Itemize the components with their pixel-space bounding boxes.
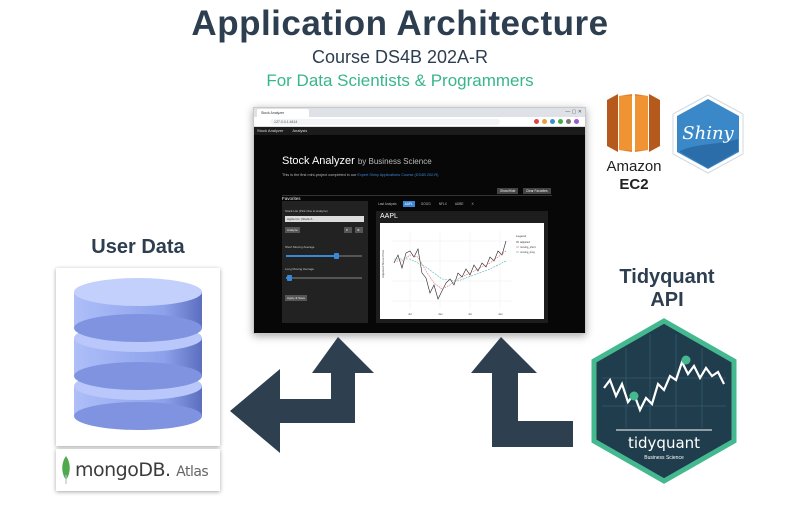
- short-ma-slider[interactable]: [286, 253, 362, 259]
- legend-moving-long: moving_long: [520, 250, 535, 254]
- database-card: [56, 268, 220, 446]
- panel-title: AAPL: [380, 213, 398, 220]
- series-moving-long: [394, 258, 507, 282]
- tab-nflx[interactable]: NFLX: [437, 201, 449, 207]
- ec2-label: EC2: [619, 176, 649, 193]
- page-title: Application Architecture: [191, 4, 609, 43]
- apply-save-button[interactable]: Apply & Save: [285, 295, 308, 301]
- browser-screenshot: Stock Analyzer — ▢ ✕ 127.0.0.1:4414 Stoc…: [253, 107, 586, 334]
- tidyquant-logo-sub: Business Science: [644, 455, 684, 461]
- legend-title: Legend: [516, 234, 526, 238]
- atlas-label: Atlas: [176, 464, 209, 480]
- nav-item-brand[interactable]: Stock Analyzer: [257, 128, 283, 133]
- analyze-button[interactable]: Analyze: [285, 227, 300, 233]
- tab-close[interactable]: X: [470, 201, 476, 207]
- tab-adbe[interactable]: ADBE: [453, 201, 466, 207]
- app-byline: by Business Science: [357, 157, 432, 166]
- long-ma-slider[interactable]: [286, 275, 362, 281]
- tidyquant-logo-name: tidyquant: [627, 434, 701, 452]
- series-moving-short: [394, 250, 507, 290]
- course-link[interactable]: Expert Shiny Applications Course (DS4B 2…: [357, 173, 438, 177]
- tagline: For Data Scientists & Programmers: [266, 71, 534, 90]
- database-icon: [74, 278, 202, 430]
- favorites-bar: Favorites Show/Hide Clear Favorites: [282, 187, 552, 201]
- stock-plot[interactable]: Adjusted Share Price Legend adjusted mov…: [380, 223, 544, 319]
- legend-moving-short: moving_short: [520, 245, 536, 249]
- app-navbar: Stock Analyzer Analysis: [254, 127, 585, 135]
- settings-button[interactable]: ⚙: [355, 227, 363, 233]
- series-adjusted: [393, 240, 507, 300]
- app-page: Stock Analyzer Analysis Stock Analyzer b…: [254, 127, 585, 333]
- stock-tabs: Last Analysis AAPL GOOG NFLX ADBE X: [376, 201, 476, 207]
- tab-last-analysis[interactable]: Last Analysis: [376, 201, 399, 207]
- amazon-ec2-icon: [607, 94, 660, 152]
- window-controls[interactable]: — ▢ ✕: [565, 108, 582, 117]
- long-ma-label: Long Moving Average: [285, 267, 314, 271]
- mongodb-leaf-icon: [62, 456, 70, 484]
- url-field[interactable]: 127.0.0.1:4414: [270, 119, 500, 125]
- stock-select[interactable]: Apple Inc. (Stock A: [285, 216, 364, 222]
- browser-tab[interactable]: Stock Analyzer: [257, 109, 309, 117]
- arrow-app-to-database: [230, 337, 374, 453]
- browser-urlbar: 127.0.0.1:4414: [254, 117, 585, 127]
- amazon-label: Amazon: [606, 158, 662, 175]
- user-data-label: User Data: [91, 236, 185, 258]
- plot-ylabel: Adjusted Share Price: [381, 249, 385, 278]
- browser-tabbar: Stock Analyzer — ▢ ✕: [254, 108, 585, 117]
- x-tick: Jul: [408, 312, 412, 316]
- clear-favorites-button[interactable]: Clear Favorites: [523, 188, 551, 194]
- x-tick: Jan: [498, 312, 503, 316]
- x-tick: Jan: [438, 312, 443, 316]
- favorite-heart-button[interactable]: ♥: [344, 227, 352, 233]
- analysis-panel: AAPL Adjusted Share Price Legend adjuste…: [376, 211, 548, 323]
- mongodb-wordmark: mongoDB. Atlas: [75, 459, 209, 481]
- tidyquant-api-label: Tidyquant API: [619, 266, 715, 311]
- nav-item-analysis[interactable]: Analysis: [292, 128, 307, 133]
- browser-extensions: [534, 119, 579, 124]
- show-hide-button[interactable]: Show/Hide: [497, 188, 519, 194]
- shiny-icon: Shiny: [672, 94, 744, 174]
- shiny-label: Shiny: [682, 123, 734, 144]
- app-title: Stock Analyzer by Business Science: [282, 155, 432, 167]
- tab-goog[interactable]: GOOG: [419, 201, 433, 207]
- mongodb-atlas-logo: mongoDB. Atlas: [56, 449, 220, 491]
- app-sidebar: Stock List (Pick One to Analyze) Apple I…: [282, 201, 368, 323]
- app-description: This is the first mini-project completed…: [282, 173, 439, 177]
- course-subtitle: Course DS4B 202A-R: [311, 47, 489, 67]
- stock-list-label: Stock List (Pick One to Analyze): [285, 209, 328, 213]
- tab-aapl[interactable]: AAPL: [402, 201, 415, 207]
- legend-adjusted: adjusted: [520, 240, 530, 244]
- x-tick: Jul: [468, 312, 472, 316]
- short-ma-label: Short Moving Average: [285, 245, 315, 249]
- arrow-api-to-app: [471, 337, 573, 447]
